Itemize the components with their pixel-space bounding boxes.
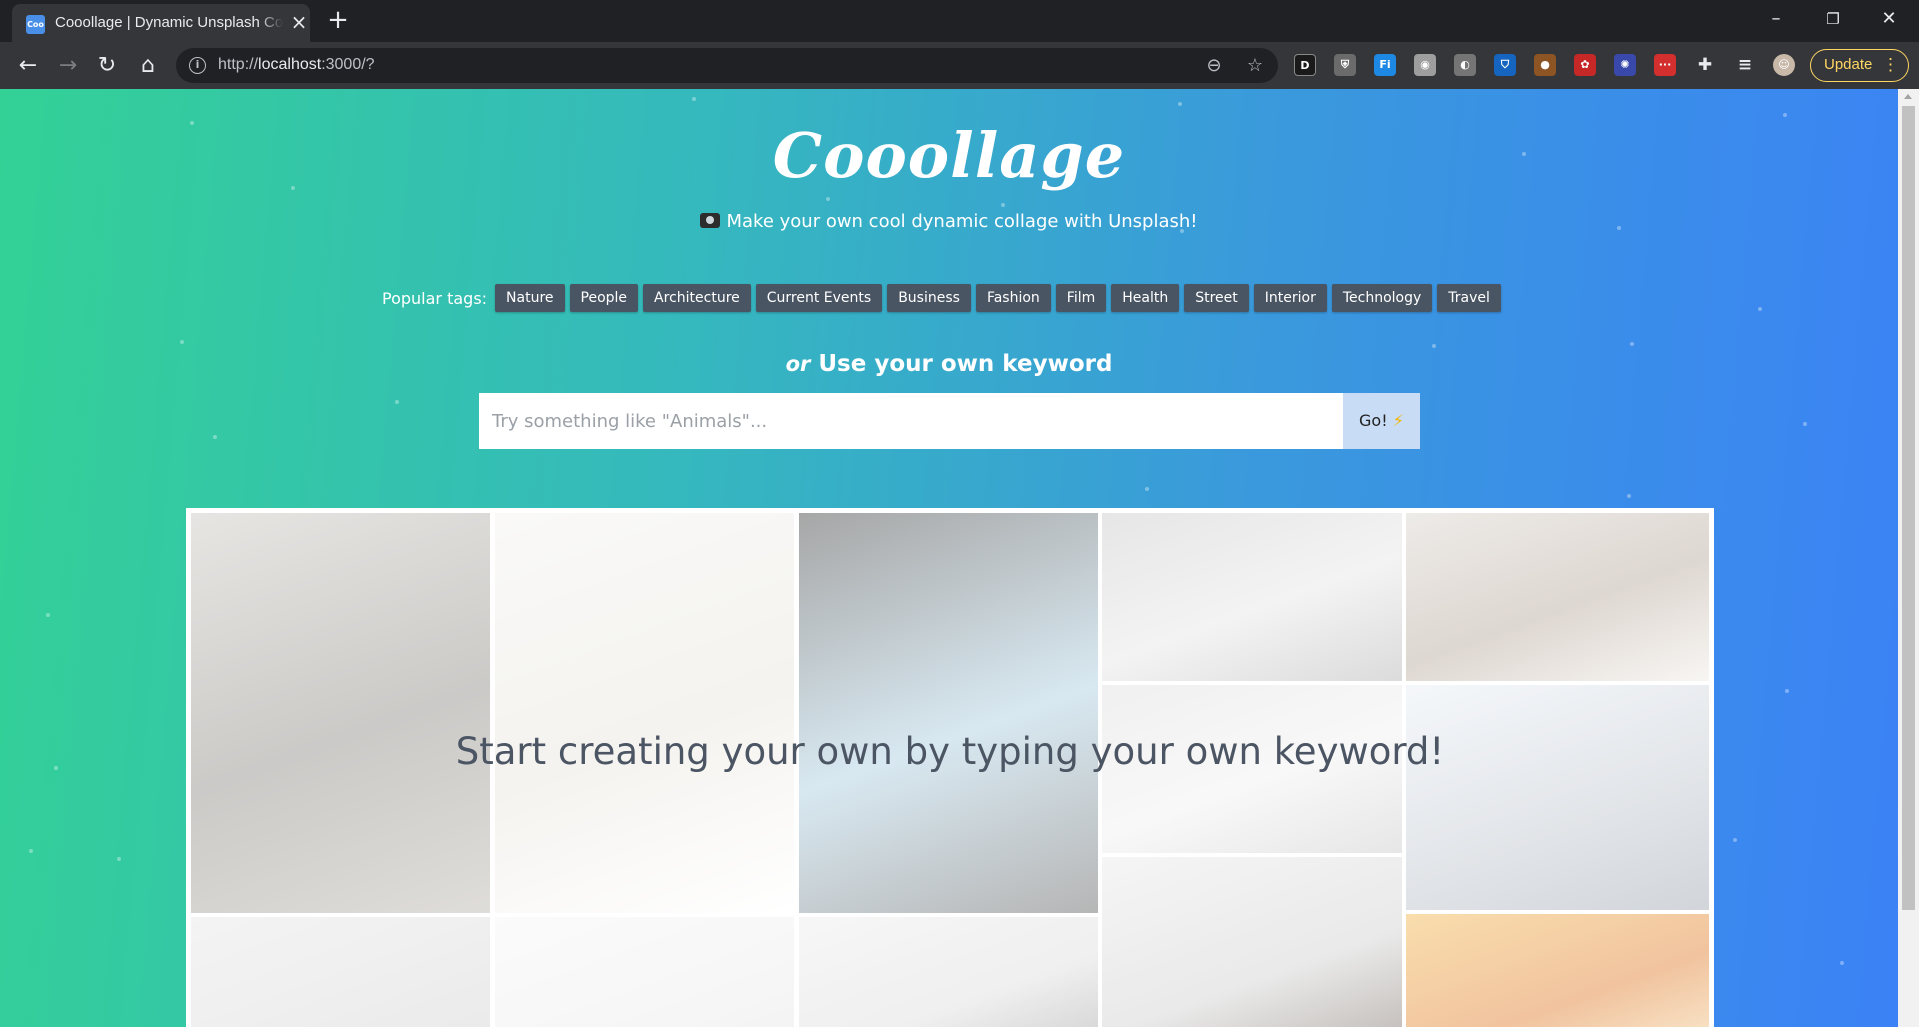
zoom-icon[interactable]: ⊖: [1203, 55, 1225, 77]
tab-title: Cooollage | Dynamic Unsplash Collage: [55, 14, 283, 31]
site-info-icon[interactable]: i: [189, 57, 206, 74]
background-particle: [395, 400, 399, 404]
popular-tags: Popular tags: Nature People Architecture…: [382, 284, 1506, 312]
background-particle: [1145, 487, 1149, 491]
extensions-puzzle-icon[interactable]: ✚: [1694, 54, 1716, 76]
keyword-search-input[interactable]: [479, 393, 1343, 449]
new-tab-icon[interactable]: +: [325, 7, 351, 33]
media-queue-icon[interactable]: ≡: [1734, 54, 1756, 76]
tagline: Make your own cool dynamic collage with …: [0, 211, 1898, 232]
tag-health[interactable]: Health: [1111, 284, 1180, 312]
keyword-search: Go! ⚡: [479, 393, 1420, 449]
close-tab-icon[interactable]: ×: [289, 12, 309, 32]
address-url[interactable]: http://localhost:3000/?: [218, 56, 375, 74]
site-favicon-icon: Coo: [26, 15, 45, 34]
background-particle: [1432, 344, 1436, 348]
keyword-heading-text: Use your own keyword: [818, 351, 1113, 377]
extension-fi-icon[interactable]: Fi: [1374, 54, 1396, 76]
update-button[interactable]: Update ⋮: [1810, 49, 1909, 82]
tab-strip: Coo Cooollage | Dynamic Unsplash Collage…: [0, 0, 1919, 42]
active-tab[interactable]: Coo Cooollage | Dynamic Unsplash Collage…: [12, 4, 310, 42]
tag-fashion[interactable]: Fashion: [975, 284, 1051, 312]
background-particle: [1783, 113, 1787, 117]
browser-toolbar: ← → ↻ ⌂ i http://localhost:3000/? ⊖ ☆ D …: [0, 42, 1919, 89]
tag-travel[interactable]: Travel: [1437, 284, 1501, 312]
background-particle: [180, 340, 184, 344]
reload-icon[interactable]: ↻: [93, 52, 121, 80]
minimize-window-icon[interactable]: –: [1753, 4, 1799, 34]
scroll-up-arrow-icon[interactable]: [1904, 94, 1912, 99]
background-particle: [1178, 102, 1182, 106]
extension-ghost-icon[interactable]: ◐: [1454, 54, 1476, 76]
background-particle: [46, 613, 50, 617]
screenshot-camera-icon[interactable]: ◉: [1414, 54, 1436, 76]
page-content: Cooollage Make your own cool dynamic col…: [0, 89, 1898, 1027]
page-scrollbar[interactable]: [1898, 89, 1919, 1027]
url-host: localhost: [258, 56, 322, 73]
close-window-icon[interactable]: ✕: [1866, 4, 1912, 34]
tag-nature[interactable]: Nature: [495, 284, 565, 312]
background-particle: [1785, 689, 1789, 693]
background-particle: [1627, 494, 1631, 498]
url-scheme: http://: [218, 56, 259, 73]
popular-tags-label: Popular tags:: [382, 288, 488, 308]
background-particle: [692, 97, 696, 101]
scrollbar-thumb[interactable]: [1902, 106, 1915, 910]
update-label: Update: [1824, 56, 1873, 73]
tag-technology[interactable]: Technology: [1331, 284, 1433, 312]
site-logo[interactable]: Cooollage: [0, 119, 1898, 192]
tag-street[interactable]: Street: [1184, 284, 1249, 312]
restore-window-icon[interactable]: ❐: [1810, 4, 1856, 34]
collage-message: Start creating your own by typing your o…: [455, 730, 1445, 773]
lightning-icon: ⚡: [1392, 411, 1404, 430]
forward-arrow-icon[interactable]: →: [54, 52, 82, 80]
address-bar[interactable]: i http://localhost:3000/? ⊖ ☆: [176, 48, 1278, 83]
bitwarden-shield-icon[interactable]: ⛉: [1494, 54, 1516, 76]
background-particle: [826, 197, 830, 201]
background-particle: [1733, 838, 1737, 842]
background-particle: [29, 849, 33, 853]
tag-business[interactable]: Business: [887, 284, 971, 312]
background-particle: [54, 766, 58, 770]
background-particle: [1630, 342, 1634, 346]
go-button[interactable]: Go! ⚡: [1343, 393, 1420, 449]
menu-dots-icon[interactable]: ⋮: [1882, 50, 1899, 80]
home-icon[interactable]: ⌂: [134, 52, 162, 80]
extension-dots-icon[interactable]: ···: [1654, 54, 1676, 76]
background-particle: [1758, 307, 1762, 311]
tag-film[interactable]: Film: [1055, 284, 1107, 312]
tag-current-events[interactable]: Current Events: [755, 284, 883, 312]
collage-preview: Start creating your own by typing your o…: [186, 508, 1714, 1027]
profile-avatar-icon[interactable]: ☺: [1773, 54, 1795, 76]
background-particle: [213, 435, 217, 439]
ublock-shield-icon[interactable]: ⛨: [1334, 54, 1356, 76]
background-particle: [1001, 203, 1005, 207]
extension-squirrel-icon[interactable]: ●: [1534, 54, 1556, 76]
extension-d-icon[interactable]: D: [1294, 54, 1316, 76]
url-path: :3000/?: [321, 56, 375, 73]
camera-icon: [700, 213, 721, 228]
tag-architecture[interactable]: Architecture: [643, 284, 751, 312]
keyword-heading: or Use your own keyword: [0, 351, 1898, 377]
back-arrow-icon[interactable]: ←: [14, 52, 42, 80]
extension-red-icon[interactable]: ✿: [1574, 54, 1596, 76]
go-button-label: Go!: [1359, 411, 1388, 430]
background-particle: [1803, 422, 1807, 426]
tag-people[interactable]: People: [569, 284, 639, 312]
or-label: or: [785, 352, 811, 376]
tag-interior[interactable]: Interior: [1253, 284, 1327, 312]
bookmark-star-icon[interactable]: ☆: [1244, 55, 1266, 77]
tagline-text: Make your own cool dynamic collage with …: [726, 211, 1198, 232]
background-particle: [1840, 961, 1844, 965]
extension-burst-icon[interactable]: ✺: [1614, 54, 1636, 76]
background-particle: [117, 857, 121, 861]
